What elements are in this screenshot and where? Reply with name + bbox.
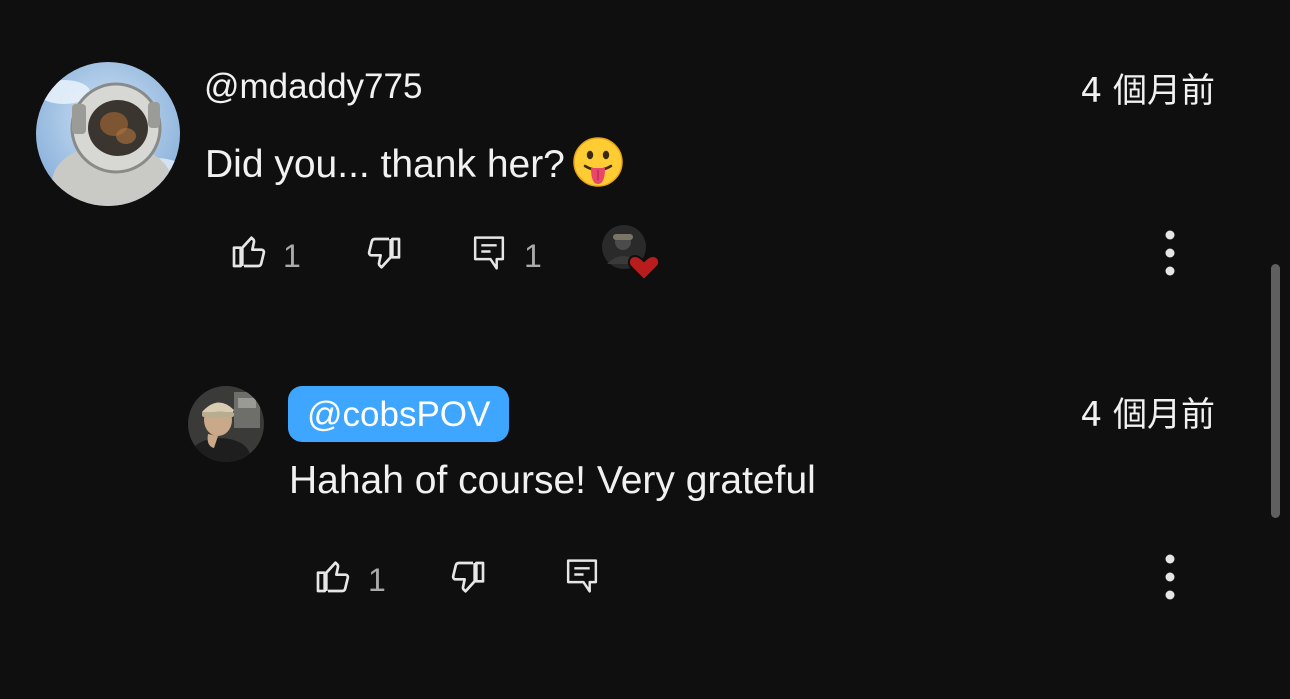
thumbs-down-icon	[451, 561, 485, 593]
reply-like-button[interactable]	[313, 556, 353, 596]
more-vertical-icon	[1165, 230, 1175, 276]
face-with-tongue-emoji	[573, 137, 623, 187]
reply-author: @cobsPOV	[307, 394, 491, 434]
reply-more-button[interactable]	[1158, 553, 1182, 601]
like-button[interactable]	[229, 231, 269, 271]
scrollbar-thumb[interactable]	[1271, 264, 1280, 518]
comment-more-button[interactable]	[1158, 229, 1182, 277]
more-vertical-icon	[1165, 554, 1175, 600]
reply-comment-icon	[566, 559, 598, 593]
thumbs-up-icon	[232, 236, 266, 268]
reply-author-chip[interactable]: @cobsPOV	[288, 386, 510, 442]
reply-author-avatar[interactable]	[188, 386, 264, 462]
comment-author[interactable]: @mdaddy775	[204, 69, 422, 104]
reply-dislike-button[interactable]	[448, 558, 488, 598]
reply-comment-icon	[473, 236, 505, 270]
comment-text-content: Did you... thank her?	[205, 143, 565, 186]
thumbs-down-icon	[367, 237, 401, 269]
reply-text: Hahah of course! Very grateful	[289, 459, 816, 502]
creator-heart-badge	[601, 224, 661, 282]
like-count: 1	[283, 238, 301, 274]
reply-button[interactable]	[470, 233, 508, 273]
reply-timestamp: 4 個月前	[1080, 395, 1215, 435]
reply-reply-button[interactable]	[563, 556, 601, 596]
comment-text: Did you... thank her?	[205, 137, 623, 187]
comment-timestamp: 4 個月前	[1080, 71, 1215, 111]
reply-count: 1	[524, 238, 542, 274]
thumbs-up-icon	[316, 561, 350, 593]
creator-heart-icon	[627, 254, 661, 282]
dislike-button[interactable]	[364, 234, 404, 274]
commenter-avatar[interactable]	[36, 62, 180, 206]
reply-like-count: 1	[368, 562, 386, 598]
